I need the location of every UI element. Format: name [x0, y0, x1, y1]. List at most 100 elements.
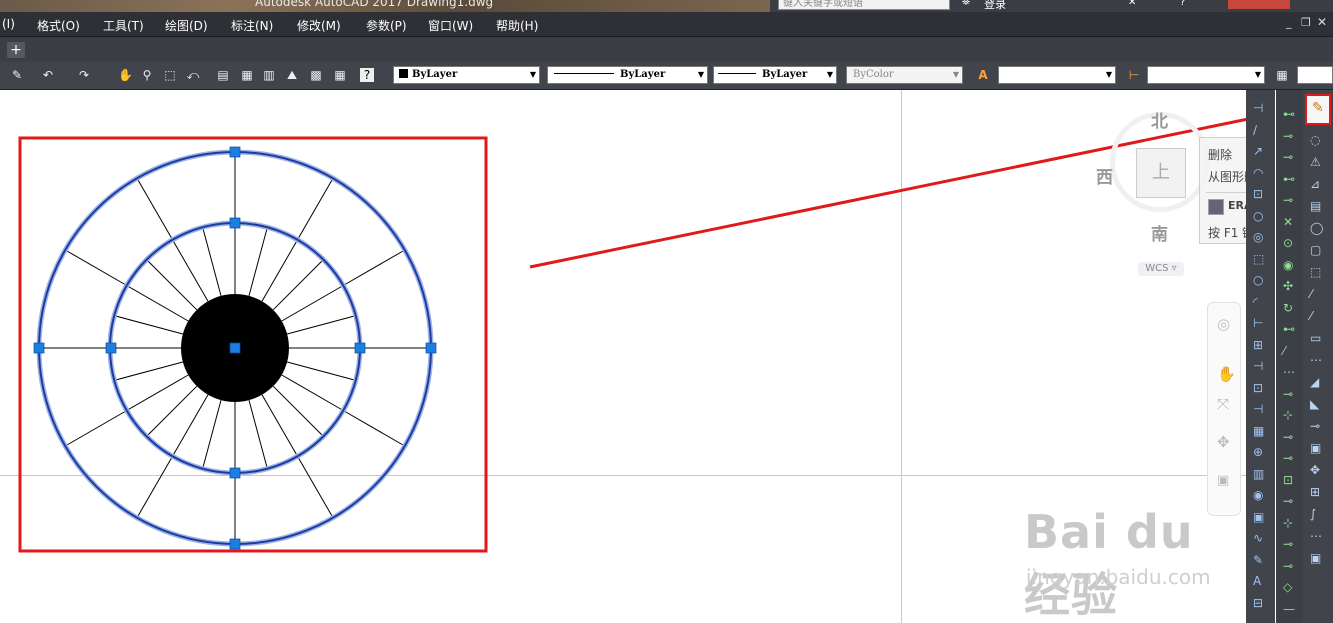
close-icon[interactable]: ✕: [1317, 15, 1327, 29]
toolbar-tool-icon[interactable]: ⊕: [1253, 446, 1267, 458]
toolbar-tool-icon[interactable]: ▢: [1310, 244, 1324, 256]
toolbar-tool-icon[interactable]: ⁄: [1283, 345, 1297, 357]
toolbar-tool-icon[interactable]: ◉: [1253, 489, 1267, 501]
toolbar-tool-icon[interactable]: ⊹: [1283, 517, 1297, 529]
tool-palettes-icon[interactable]: ▥: [262, 68, 276, 82]
toolbar-tool-icon[interactable]: ▣: [1310, 442, 1324, 454]
toolbar-tool-icon[interactable]: ⊣: [1253, 360, 1267, 372]
new-tab-button[interactable]: +: [7, 42, 25, 58]
drawing-canvas[interactable]: 北 西 南 上 WCS ▿ ◎ ✋ ⤧ ✥ ▣ 删除 从图形删除对象 ERASE…: [0, 90, 1246, 623]
menu-item-draw[interactable]: 绘图(D): [165, 17, 208, 34]
toolbar-tool-icon[interactable]: ⊢: [1253, 317, 1267, 329]
table-style-control[interactable]: [1297, 66, 1333, 84]
color-control[interactable]: ByLayer ▼: [393, 66, 540, 84]
toolbar-tool-icon[interactable]: ⊣: [1253, 102, 1267, 114]
undo-icon[interactable]: ↶: [41, 68, 55, 82]
showmotion-icon[interactable]: ▣: [1217, 473, 1229, 488]
toolbar-tool-icon[interactable]: ⊷: [1283, 108, 1297, 120]
menu-item-format[interactable]: 格式(O): [37, 17, 80, 34]
toolbar-tool-icon[interactable]: ▣: [1310, 552, 1324, 564]
exchange-icon[interactable]: ✕: [1128, 0, 1136, 8]
markup-icon[interactable]: ▩: [309, 68, 323, 82]
menu-item-modify[interactable]: 修改(M): [297, 17, 341, 34]
toolbar-tool-icon[interactable]: ◜: [1253, 296, 1267, 308]
text-style-icon[interactable]: A: [976, 68, 990, 82]
grip-point[interactable]: [33, 342, 45, 354]
toolbar-tool-icon[interactable]: ∕: [1253, 124, 1267, 136]
toolbar-tool-icon[interactable]: ▥: [1253, 468, 1267, 480]
compass-west[interactable]: 西: [1096, 163, 1113, 188]
pan-icon[interactable]: ✋: [1217, 365, 1236, 383]
toolbar-tool-icon[interactable]: ⊿: [1310, 178, 1324, 190]
menu-item-dimension[interactable]: 标注(N): [231, 17, 273, 34]
toolbar-tool-icon[interactable]: ⊡: [1283, 474, 1297, 486]
zoom-realtime-icon[interactable]: ⚲: [140, 68, 154, 82]
linetype-control[interactable]: ByLayer ▼: [547, 66, 708, 84]
zoom-previous-icon[interactable]: ⤺: [186, 68, 200, 82]
toolbar-tool-icon[interactable]: ⊸: [1283, 130, 1297, 142]
toolbar-tool-icon[interactable]: ⊸: [1283, 431, 1297, 443]
toolbar-tool-icon[interactable]: ⊸: [1283, 388, 1297, 400]
login-link[interactable]: 登录: [984, 0, 1006, 12]
toolbar-tool-icon[interactable]: ⊸: [1310, 420, 1324, 432]
dim-style-control[interactable]: ▼: [1147, 66, 1265, 84]
toolbar-tool-icon[interactable]: ⊡: [1253, 188, 1267, 200]
toolbar-tool-icon[interactable]: ▦: [1253, 425, 1267, 437]
restore-icon[interactable]: ❐: [1301, 16, 1311, 29]
toolbar-tool-icon[interactable]: ⊸: [1283, 194, 1297, 206]
binoculars-icon[interactable]: ⛯: [962, 0, 970, 8]
grip-point[interactable]: [105, 342, 117, 354]
sheet-set-icon[interactable]: ⛰: [285, 68, 299, 82]
compass-south[interactable]: 南: [1151, 220, 1168, 245]
table-style-icon[interactable]: ▦: [1275, 68, 1289, 82]
menu-item-tools[interactable]: 工具(T): [103, 17, 144, 34]
calculator-icon[interactable]: ▦: [333, 68, 347, 82]
toolbar-tool-icon[interactable]: ◌: [1310, 134, 1324, 146]
grip-point[interactable]: [425, 342, 437, 354]
toolbar-tool-icon[interactable]: ⊞: [1310, 486, 1324, 498]
viewcube-top-face[interactable]: 上: [1136, 148, 1186, 198]
toolbar-tool-icon[interactable]: ↻: [1283, 302, 1297, 314]
toolbar-tool-icon[interactable]: ⊙: [1283, 237, 1297, 249]
minimize-icon[interactable]: _: [1286, 16, 1292, 29]
redo-icon[interactable]: ↷: [77, 68, 91, 82]
orbit-icon[interactable]: ✥: [1217, 433, 1230, 451]
window-close-button[interactable]: [1228, 0, 1290, 9]
menu-item-insert[interactable]: (I): [2, 17, 15, 31]
toolbar-tool-icon[interactable]: ◯: [1310, 222, 1324, 234]
toolbar-tool-icon[interactable]: ⊷: [1283, 173, 1297, 185]
toolbar-tool-icon[interactable]: ◣: [1310, 398, 1324, 410]
toolbar-tool-icon[interactable]: A: [1253, 575, 1267, 587]
toolbar-tool-icon[interactable]: ◇: [1283, 581, 1297, 593]
toolbar-tool-icon[interactable]: ◠: [1253, 167, 1267, 179]
toolbar-tool-icon[interactable]: ◉: [1283, 259, 1297, 271]
toolbar-tool-icon[interactable]: ✣: [1283, 280, 1297, 292]
toolbar-tool-icon[interactable]: ⊞: [1253, 339, 1267, 351]
text-style-control[interactable]: ▼: [998, 66, 1116, 84]
steering-wheel-icon[interactable]: ◎: [1217, 315, 1230, 333]
design-center-icon[interactable]: ▦: [240, 68, 254, 82]
wheel-drawing[interactable]: [33, 146, 437, 550]
zoom-window-icon[interactable]: ⬚: [163, 68, 177, 82]
menu-item-help[interactable]: 帮助(H): [496, 17, 538, 34]
grip-point[interactable]: [229, 146, 241, 158]
lineweight-control[interactable]: ByLayer ▼: [713, 66, 837, 84]
toolbar-tool-icon[interactable]: ◎: [1253, 231, 1267, 243]
toolbar-tool-icon[interactable]: ⊹: [1283, 409, 1297, 421]
wcs-menu[interactable]: WCS ▿: [1138, 262, 1184, 276]
toolbar-tool-icon[interactable]: ⊸: [1283, 560, 1297, 572]
toolbar-tool-icon[interactable]: ⊸: [1283, 151, 1297, 163]
toolbar-tool-icon[interactable]: ⊣: [1253, 403, 1267, 415]
toolbar-tool-icon[interactable]: ✎: [1253, 554, 1267, 566]
toolbar-tool-icon[interactable]: ∿: [1253, 532, 1267, 544]
toolbar-tool-icon[interactable]: ⊸: [1283, 452, 1297, 464]
compass-north[interactable]: 北: [1151, 107, 1168, 132]
search-input[interactable]: 键入关键字或短语: [778, 0, 950, 10]
toolbar-tool-icon[interactable]: ⋯: [1310, 354, 1324, 366]
toolbar-tool-icon[interactable]: ⬚: [1253, 253, 1267, 265]
toolbar-tool-icon[interactable]: ⚠: [1310, 156, 1324, 168]
toolbar-tool-icon[interactable]: ◢: [1310, 376, 1324, 388]
toolbar-tool-icon[interactable]: ○: [1253, 274, 1267, 286]
toolbar-tool-icon[interactable]: ⬚: [1310, 266, 1324, 278]
toolbar-tool-icon[interactable]: ✥: [1310, 464, 1324, 476]
